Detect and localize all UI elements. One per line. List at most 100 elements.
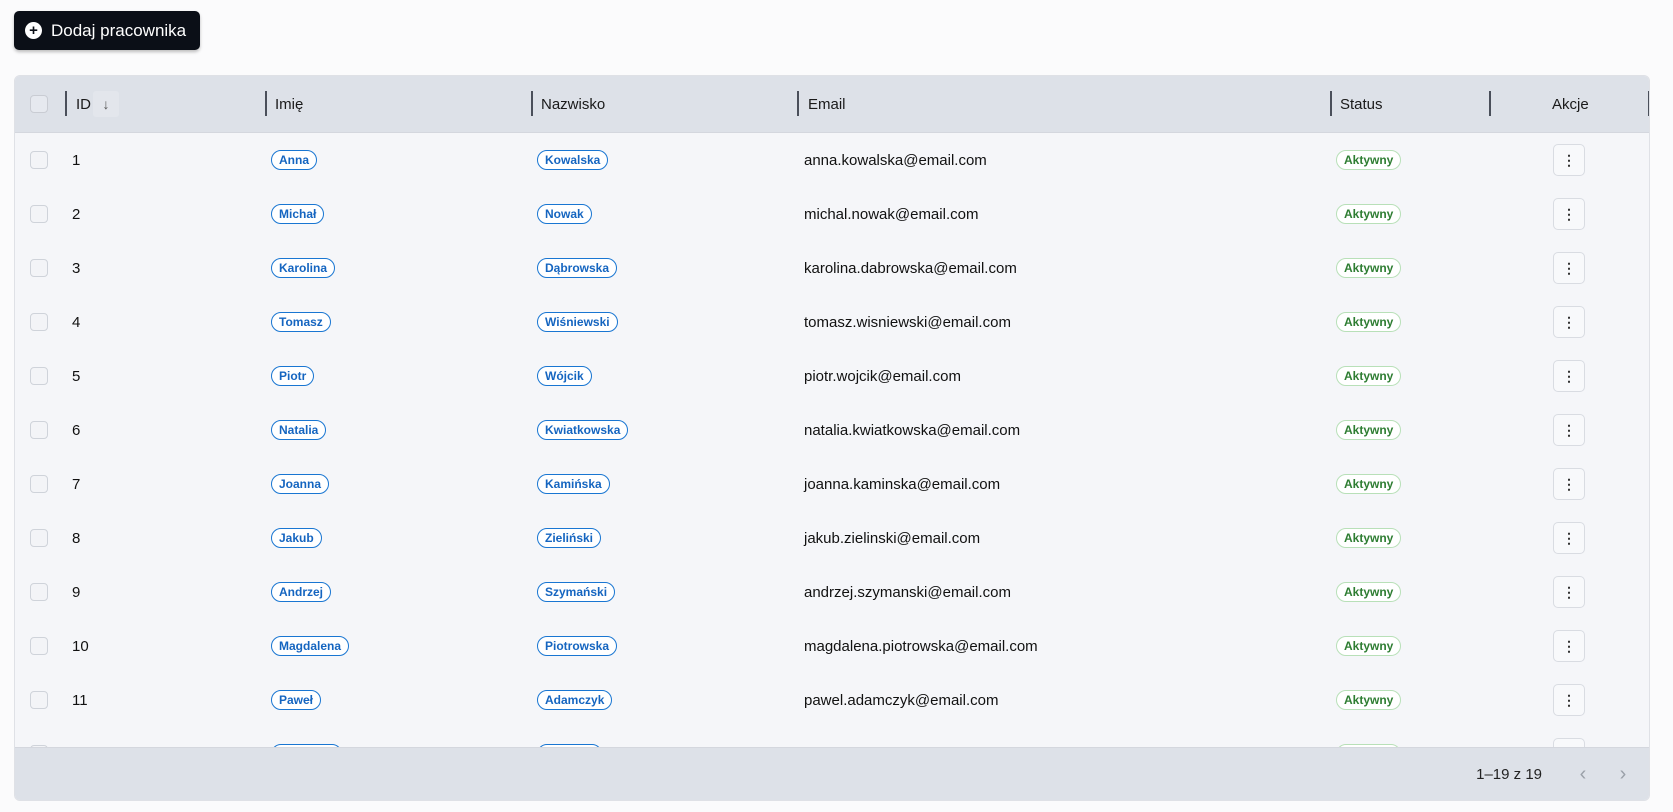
column-header-last-name[interactable]: Nazwisko bbox=[541, 76, 605, 132]
cell-email: pawel.adamczyk@email.com bbox=[804, 691, 999, 709]
cell-status: Aktywny bbox=[1336, 673, 1402, 727]
cell-first-name: Karolina bbox=[271, 241, 336, 295]
row-select[interactable] bbox=[30, 619, 48, 673]
more-vertical-icon[interactable]: ⋮ bbox=[1553, 360, 1585, 392]
row-select[interactable] bbox=[30, 295, 48, 349]
column-header-email[interactable]: Email bbox=[808, 76, 846, 132]
row-select[interactable] bbox=[30, 133, 48, 187]
row-checkbox[interactable] bbox=[30, 475, 48, 493]
more-vertical-icon[interactable]: ⋮ bbox=[1553, 522, 1585, 554]
row-checkbox[interactable] bbox=[30, 151, 48, 169]
select-all-checkbox[interactable] bbox=[30, 95, 48, 113]
first-name-chip: Tomasz bbox=[271, 312, 331, 332]
first-name-chip: Joanna bbox=[271, 474, 330, 494]
table-row[interactable]: 10 Magdalena Piotrowska magdalena.piotrowsk… bbox=[15, 619, 1649, 674]
row-checkbox[interactable] bbox=[30, 367, 48, 385]
last-name-chip: Szymański bbox=[537, 582, 616, 602]
column-separator[interactable] bbox=[65, 91, 67, 116]
cell-actions: ⋮ bbox=[1553, 349, 1585, 403]
table-row[interactable]: 1 Anna Kowalska anna.kowalska@email.com Akty… bbox=[15, 133, 1649, 188]
row-checkbox[interactable] bbox=[30, 691, 48, 709]
cell-email: joanna.kaminska@email.com bbox=[804, 475, 1001, 493]
row-checkbox[interactable] bbox=[30, 259, 48, 277]
cell-last-name: Zieliński bbox=[537, 511, 602, 565]
column-separator[interactable] bbox=[1648, 91, 1649, 116]
cell-last-name: Piotrowska bbox=[537, 619, 618, 673]
add-employee-button[interactable]: + Dodaj pracownika bbox=[14, 11, 201, 50]
row-checkbox[interactable] bbox=[30, 529, 48, 547]
row-checkbox[interactable] bbox=[30, 583, 48, 601]
table-row[interactable]: 8 Jakub Zieliński jakub.zielinski@email.com… bbox=[15, 511, 1649, 566]
column-header-status[interactable]: Status bbox=[1340, 76, 1383, 132]
table-row[interactable]: 2 Michał Nowak michal.nowak@email.com Aktywn… bbox=[15, 187, 1649, 242]
more-vertical-icon[interactable]: ⋮ bbox=[1553, 630, 1585, 662]
cell-last-name: Wiśniewski bbox=[537, 295, 618, 349]
more-vertical-icon[interactable]: ⋮ bbox=[1553, 198, 1585, 230]
table-body: 1 Anna Kowalska anna.kowalska@email.com Akty… bbox=[15, 133, 1649, 800]
first-name-chip: Anna bbox=[271, 150, 317, 170]
chevron-right-icon[interactable]: › bbox=[1608, 759, 1638, 789]
chevron-left-icon[interactable]: ‹ bbox=[1568, 759, 1598, 789]
more-vertical-icon[interactable]: ⋮ bbox=[1553, 576, 1585, 608]
table-row[interactable]: 5 Piotr Wójcik piotr.wojcik@email.com Aktywn… bbox=[15, 349, 1649, 404]
cell-first-name: Jakub bbox=[271, 511, 322, 565]
more-vertical-icon[interactable]: ⋮ bbox=[1553, 468, 1585, 500]
cell-status: Aktywny bbox=[1336, 349, 1402, 403]
row-checkbox[interactable] bbox=[30, 313, 48, 331]
more-vertical-icon[interactable]: ⋮ bbox=[1553, 144, 1585, 176]
column-header-first-name[interactable]: Imię bbox=[275, 76, 303, 132]
table-row[interactable]: 6 Natalia Kwiatkowska natalia.kwiatkowska@e… bbox=[15, 403, 1649, 458]
cell-last-name: Adamczyk bbox=[537, 673, 613, 727]
cell-status: Aktywny bbox=[1336, 187, 1402, 241]
row-select[interactable] bbox=[30, 511, 48, 565]
row-select[interactable] bbox=[30, 349, 48, 403]
last-name-chip: Kowalska bbox=[537, 150, 609, 170]
cell-status: Aktywny bbox=[1336, 133, 1402, 187]
cell-id: 4 bbox=[72, 313, 81, 331]
row-select[interactable] bbox=[30, 187, 48, 241]
column-header-id[interactable]: ID ↓ bbox=[76, 76, 119, 132]
table-row[interactable]: 7 Joanna Kamińska joanna.kaminska@email.com… bbox=[15, 457, 1649, 512]
last-name-chip: Wójcik bbox=[537, 366, 592, 386]
cell-email: jakub.zielinski@email.com bbox=[804, 529, 981, 547]
column-separator[interactable] bbox=[797, 91, 799, 116]
row-select[interactable] bbox=[30, 673, 48, 727]
table-row[interactable]: 9 Andrzej Szymański andrzej.szymanski@email… bbox=[15, 565, 1649, 620]
status-badge: Aktywny bbox=[1336, 258, 1402, 278]
table-row[interactable]: 3 Karolina Dąbrowska karolina.dabrowska@ema… bbox=[15, 241, 1649, 296]
more-vertical-icon[interactable]: ⋮ bbox=[1553, 684, 1585, 716]
column-separator[interactable] bbox=[531, 91, 533, 116]
cell-actions: ⋮ bbox=[1553, 457, 1585, 511]
row-checkbox[interactable] bbox=[30, 637, 48, 655]
row-checkbox[interactable] bbox=[30, 205, 48, 223]
table-row[interactable]: 11 Paweł Adamczyk pawel.adamczyk@email.com A… bbox=[15, 673, 1649, 728]
more-vertical-icon[interactable]: ⋮ bbox=[1553, 252, 1585, 284]
cell-actions: ⋮ bbox=[1553, 619, 1585, 673]
cell-last-name: Wójcik bbox=[537, 349, 592, 403]
column-separator[interactable] bbox=[1489, 91, 1491, 116]
row-select[interactable] bbox=[30, 403, 48, 457]
arrow-down-icon[interactable]: ↓ bbox=[93, 91, 119, 117]
cell-id: 8 bbox=[72, 529, 81, 547]
column-separator[interactable] bbox=[1330, 91, 1332, 116]
cell-id: 9 bbox=[72, 583, 81, 601]
more-vertical-icon[interactable]: ⋮ bbox=[1553, 414, 1585, 446]
employees-table: ID ↓ Imię Nazwisko Email Status Akcje 1 A… bbox=[14, 75, 1650, 801]
cell-actions: ⋮ bbox=[1553, 133, 1585, 187]
row-checkbox[interactable] bbox=[30, 421, 48, 439]
column-header-status-label: Status bbox=[1340, 95, 1383, 113]
cell-actions: ⋮ bbox=[1553, 295, 1585, 349]
column-header-email-label: Email bbox=[808, 95, 846, 113]
column-header-actions: Akcje bbox=[1552, 76, 1589, 132]
column-separator[interactable] bbox=[265, 91, 267, 116]
row-select[interactable] bbox=[30, 241, 48, 295]
more-vertical-icon[interactable]: ⋮ bbox=[1553, 306, 1585, 338]
column-header-id-label: ID bbox=[76, 95, 91, 113]
row-select[interactable] bbox=[30, 457, 48, 511]
cell-first-name: Natalia bbox=[271, 403, 327, 457]
row-select[interactable] bbox=[30, 565, 48, 619]
status-badge: Aktywny bbox=[1336, 366, 1402, 386]
header-select-all[interactable] bbox=[30, 76, 48, 132]
table-row[interactable]: 4 Tomasz Wiśniewski tomasz.wisniewski@email… bbox=[15, 295, 1649, 350]
last-name-chip: Dąbrowska bbox=[537, 258, 618, 278]
